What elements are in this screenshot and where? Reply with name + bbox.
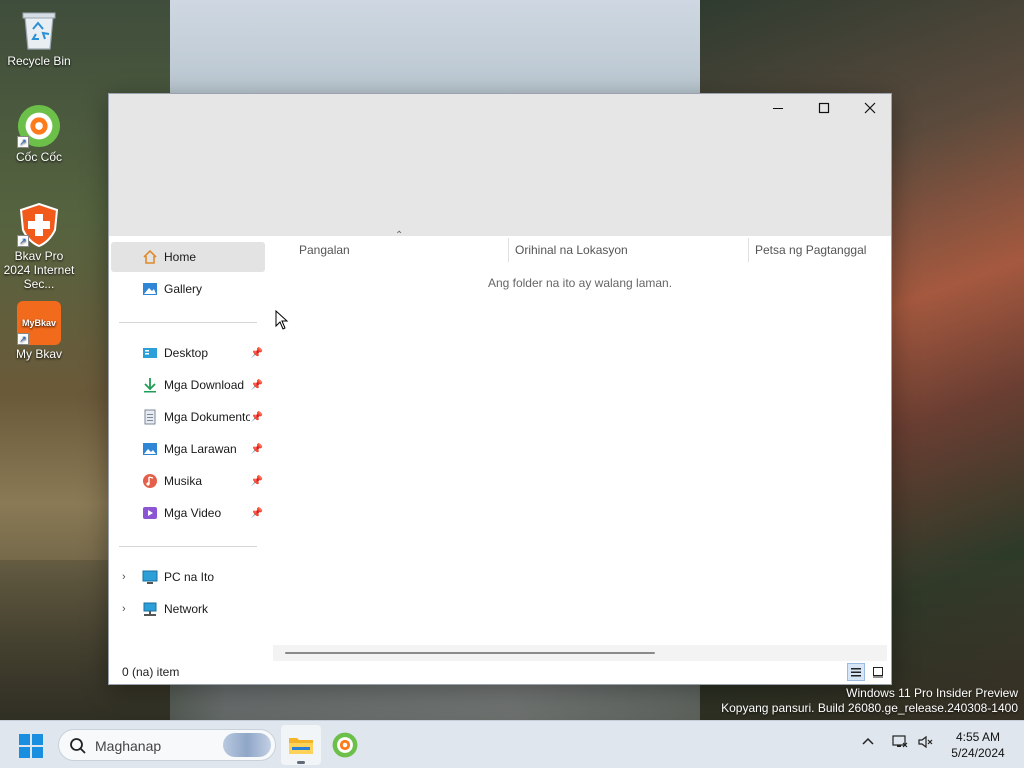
taskbar-file-explorer[interactable] [281, 725, 321, 765]
desktop-icon-bkav-pro[interactable]: ↗ Bkav Pro 2024 Internet Sec... [1, 202, 77, 291]
title-bar[interactable] [109, 94, 891, 236]
pin-icon: 📌 [250, 379, 263, 391]
file-explorer-window: Home Gallery Desktop 📌 Mga Download 📌 Mg… [108, 93, 892, 685]
watermark-build: Kopyang pansuri. Build 26080.ge_release.… [721, 701, 1018, 715]
desktop-icon-label: Bkav Pro 2024 Internet Sec... [3, 249, 75, 291]
search-highlight-image [223, 733, 271, 757]
taskbar-search-box[interactable]: Maghanap [58, 729, 276, 761]
horizontal-scrollbar[interactable] [273, 645, 887, 661]
file-list-area: ⌃ Pangalan Orihinal na Lokasyon Petsa ng… [267, 230, 891, 642]
taskbar: Maghanap 4:55 AM 5/24/2024 [0, 720, 1024, 768]
taskbar-coccoc[interactable] [325, 725, 365, 765]
nav-item-label: Mga Video [164, 506, 222, 520]
search-icon [69, 737, 87, 758]
nav-item-label: Mga Download [164, 378, 245, 392]
item-count: 0 (na) item [122, 665, 180, 679]
mouse-cursor-icon [275, 309, 289, 333]
column-header-original-location[interactable]: Orihinal na Lokasyon [515, 238, 628, 262]
nav-item-network[interactable]: › Network [111, 594, 265, 624]
pin-icon: 📌 [250, 411, 263, 423]
videos-icon [141, 504, 159, 522]
maximize-button[interactable] [801, 94, 847, 122]
column-divider[interactable] [748, 238, 749, 262]
pin-icon: 📌 [250, 347, 263, 359]
windows-logo-icon [19, 734, 43, 758]
status-bar: 0 (na) item [109, 660, 891, 684]
network-icon [141, 600, 159, 618]
start-button[interactable] [18, 733, 44, 759]
nav-item-label: Desktop [164, 346, 209, 360]
shortcut-arrow-icon: ↗ [17, 235, 29, 247]
gallery-icon [141, 280, 159, 298]
desktop-icon-recycle-bin[interactable]: Recycle Bin [1, 8, 77, 68]
nav-item-label: Network [164, 602, 209, 616]
details-view-button[interactable] [847, 663, 865, 681]
column-header-date-deleted[interactable]: Petsa ng Pagtanggal [755, 238, 866, 262]
wallpaper-sky [160, 0, 720, 95]
shortcut-arrow-icon: ↗ [17, 136, 29, 148]
nav-item-downloads[interactable]: Mga Download 📌 [111, 370, 265, 400]
running-indicator [297, 761, 305, 764]
nav-item-pictures[interactable]: Mga Larawan 📌 [111, 434, 265, 464]
network-tray-icon[interactable] [892, 735, 908, 752]
clock[interactable]: 4:55 AM 5/24/2024 [940, 729, 1016, 761]
bkav-shield-icon: ↗ [17, 202, 61, 248]
column-header-name[interactable]: Pangalan [299, 238, 350, 262]
folder-icon [289, 738, 313, 754]
home-icon [141, 248, 159, 266]
desktop-icon-label: Recycle Bin [7, 54, 71, 68]
nav-item-this-pc[interactable]: › PC na Ito [111, 562, 265, 592]
nav-item-home[interactable]: Home [111, 242, 265, 272]
nav-item-desktop[interactable]: Desktop 📌 [111, 338, 265, 368]
pin-icon: 📌 [250, 507, 263, 519]
pc-icon [141, 568, 159, 586]
empty-folder-message: Ang folder na ito ay walang laman. [487, 276, 673, 290]
recycle-bin-icon [17, 8, 61, 52]
desktop-icon [141, 344, 159, 362]
chevron-up-icon [862, 737, 874, 745]
pin-icon: 📌 [250, 443, 263, 455]
nav-item-label: Gallery [164, 282, 203, 296]
column-divider[interactable] [508, 238, 509, 262]
scrollbar-thumb[interactable] [285, 652, 655, 654]
desktop-icon-label: My Bkav [15, 347, 62, 361]
nav-item-label: Musika [164, 474, 203, 488]
music-icon [141, 472, 159, 490]
nav-item-label: Mga Dokumento [164, 410, 250, 424]
tiles-view-button[interactable] [869, 663, 887, 681]
shortcut-arrow-icon: ↗ [17, 333, 29, 345]
nav-separator [119, 322, 257, 323]
nav-item-label: Mga Larawan [164, 442, 237, 456]
chevron-right-icon[interactable]: › [122, 571, 126, 583]
navigation-pane: Home Gallery Desktop 📌 Mga Download 📌 Mg… [109, 236, 267, 642]
mybkav-icon: MyBkav ↗ [17, 301, 61, 345]
nav-item-videos[interactable]: Mga Video 📌 [111, 498, 265, 528]
minimize-button[interactable] [755, 94, 801, 122]
desktop-icon-label: Cốc Cốc [15, 150, 62, 164]
chevron-right-icon[interactable]: › [122, 603, 126, 615]
coccoc-icon [332, 732, 358, 758]
nav-item-gallery[interactable]: Gallery [111, 274, 265, 304]
watermark-edition: Windows 11 Pro Insider Preview [846, 686, 1018, 700]
nav-item-music[interactable]: Musika 📌 [111, 466, 265, 496]
windows-watermark: Windows 11 Pro Insider Preview Kopyang p… [721, 686, 1018, 716]
nav-item-documents[interactable]: Mga Dokumento 📌 [111, 402, 265, 432]
clock-date: 5/24/2024 [951, 746, 1005, 760]
desktop-icon-mybkav[interactable]: MyBkav ↗ My Bkav [1, 301, 77, 361]
coccoc-icon: ↗ [17, 104, 61, 148]
pictures-icon [141, 440, 159, 458]
nav-item-label: PC na Ito [164, 570, 215, 584]
clock-time: 4:55 AM [955, 730, 1001, 744]
search-placeholder: Maghanap [95, 738, 162, 754]
volume-muted-icon[interactable] [918, 735, 934, 752]
desktop-icon-coccoc[interactable]: ↗ Cốc Cốc [1, 104, 77, 164]
nav-item-label: Home [164, 250, 197, 264]
sort-ascending-icon: ⌃ [395, 230, 404, 241]
download-icon [141, 376, 159, 394]
show-hidden-icons-button[interactable] [862, 735, 874, 750]
pin-icon: 📌 [250, 475, 263, 487]
nav-separator [119, 546, 257, 547]
documents-icon [141, 408, 159, 426]
close-button[interactable] [847, 94, 893, 122]
